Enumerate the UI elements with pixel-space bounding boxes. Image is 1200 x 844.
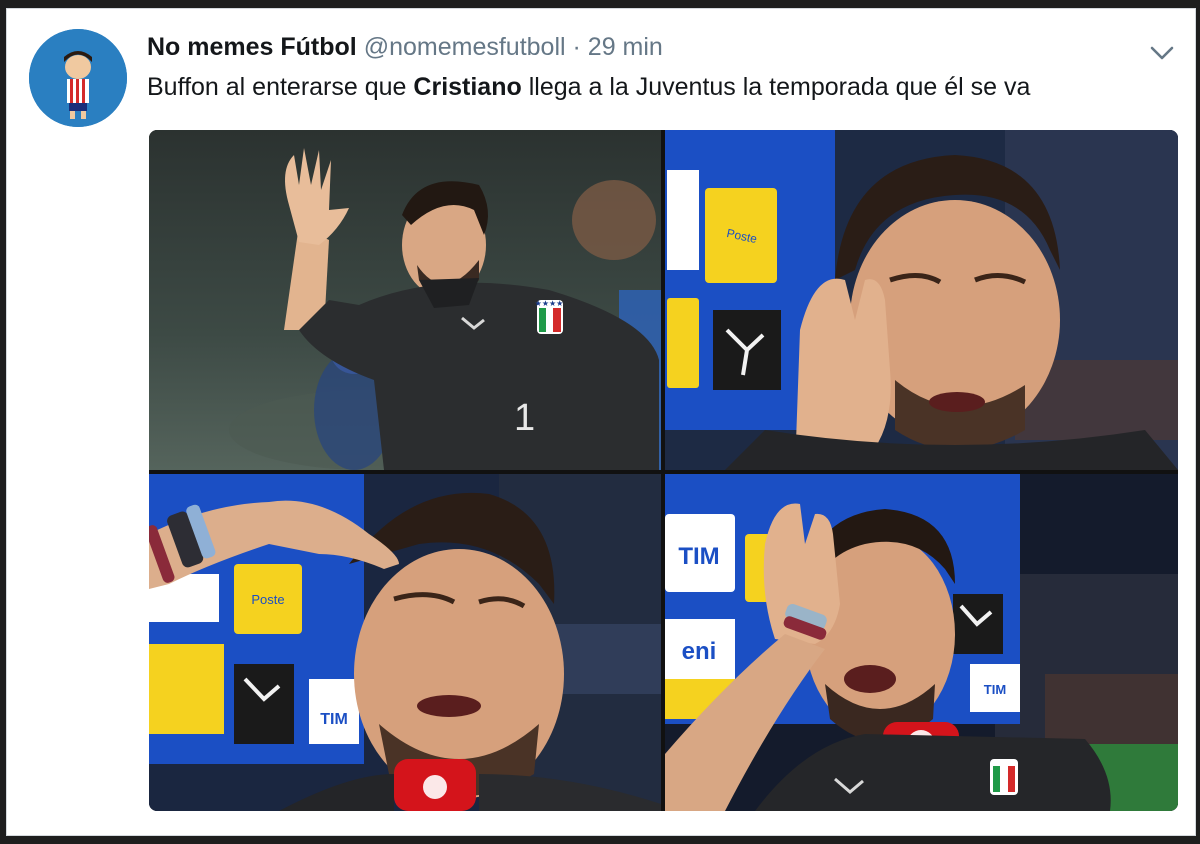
tweet-text-part: Buffon al enterarse que [147,73,414,101]
photo-1[interactable]: ★★★★ 1 [149,130,661,470]
photo-2[interactable]: Poste [665,130,1178,470]
tweet-text-part: llega a la Juventus la temporada que él … [521,73,1031,101]
display-name[interactable]: No memes Fútbol [147,33,357,61]
photo-2-image: Poste [665,130,1178,470]
svg-text:TIM: TIM [320,711,348,728]
photo-1-image: ★★★★ 1 [149,130,661,470]
svg-text:TIM: TIM [984,682,1006,697]
tweet-text: Buffon al enterarse que Cristiano llega … [147,73,1030,102]
tweet-card[interactable]: No memes Fútbol @nomemesfutboll · 29 min… [6,8,1196,836]
photo-3-image: Poste TIM [149,474,661,811]
photo-4-image: TIM eni TIM [665,474,1178,811]
tweet-text-bold: Cristiano [413,73,522,101]
separator-dot: · [572,33,581,61]
sponsor-tim: TIM [678,543,719,570]
avatar-icon [29,29,127,127]
avatar[interactable] [29,29,127,127]
tweet-header: No memes Fútbol @nomemesfutboll · 29 min [147,33,1175,62]
svg-text:★★★★: ★★★★ [535,299,564,308]
jersey-number: 1 [514,397,535,439]
svg-text:Poste: Poste [251,592,284,607]
tweet-timestamp[interactable]: 29 min [588,33,663,61]
tweet-media-grid[interactable]: ★★★★ 1 Poste Poste TIM TIM eni TIM [149,130,1178,811]
sponsor-eni: eni [682,638,717,665]
chevron-down-icon [1150,46,1174,60]
user-handle[interactable]: @nomemesfutboll [364,33,566,61]
photo-3[interactable]: Poste TIM [149,474,661,811]
tweet-menu-button[interactable] [1149,43,1175,63]
photo-4[interactable]: TIM eni TIM [665,474,1178,811]
